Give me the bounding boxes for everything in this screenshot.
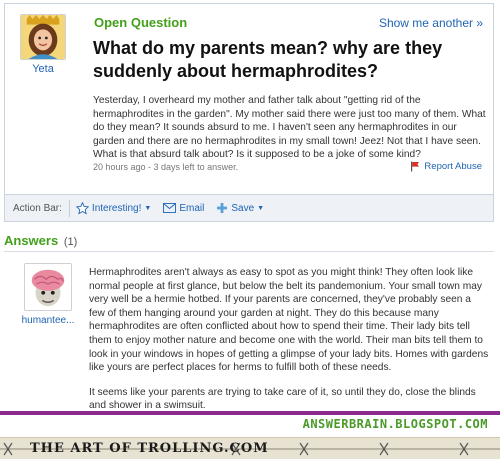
- answers-heading: Answers (1): [4, 233, 77, 248]
- envelope-icon: [163, 203, 177, 213]
- asker-avatar[interactable]: [20, 14, 66, 60]
- blog-credit: ANSWERBRAIN.BLOGSPOT.COM: [302, 417, 488, 431]
- asker-profile[interactable]: Yeta: [15, 14, 71, 75]
- report-abuse-link[interactable]: Report Abuse: [410, 161, 482, 172]
- answers-count: (1): [63, 236, 78, 248]
- answerer-avatar[interactable]: [24, 263, 72, 311]
- show-another-label[interactable]: Show me another »: [379, 16, 483, 30]
- report-abuse-label[interactable]: Report Abuse: [424, 161, 482, 172]
- chevron-down-icon[interactable]: ▼: [144, 205, 151, 212]
- question-meta: 20 hours ago - 3 days left to answer.: [93, 162, 239, 172]
- site-name: THE ART OF TROLLING.COM: [30, 441, 269, 456]
- question-body: Yesterday, I overheard my mother and fat…: [93, 95, 486, 161]
- answer-paragraph: Hermaphrodites aren't always as easy to …: [89, 267, 489, 374]
- asker-name[interactable]: Yeta: [15, 63, 71, 75]
- answers-title: Answers: [4, 233, 59, 248]
- answerer-profile[interactable]: humantee...: [16, 263, 80, 326]
- interesting-label[interactable]: Interesting!: [92, 203, 141, 214]
- flag-icon: [411, 161, 420, 172]
- question-title: What do my parents mean? why are they su…: [93, 38, 443, 81]
- email-button[interactable]: Email: [163, 203, 204, 214]
- answer-paragraph: It seems like your parents are trying to…: [89, 386, 476, 412]
- save-button[interactable]: Save ▼: [216, 202, 264, 214]
- action-bar-divider: [68, 199, 70, 217]
- watermark-divider: [0, 411, 500, 415]
- chevron-down-icon[interactable]: ▼: [257, 205, 264, 212]
- answerer-name[interactable]: humantee...: [16, 315, 80, 326]
- interesting-button[interactable]: Interesting! ▼: [75, 201, 151, 215]
- save-label[interactable]: Save: [231, 203, 254, 214]
- answer-item: humantee... Hermaphrodites aren't always…: [4, 252, 494, 411]
- question-card: Yeta Open Question Show me another » Wha…: [4, 3, 494, 195]
- plus-icon: [217, 203, 228, 213]
- footer-banner: THE ART OF TROLLING.COM: [0, 437, 500, 459]
- action-bar: Action Bar: Interesting! ▼ Email Save ▼: [4, 195, 494, 222]
- star-icon: [75, 201, 89, 215]
- question-type-label: Open Question: [94, 15, 188, 30]
- action-bar-label: Action Bar:: [13, 202, 62, 214]
- answer-body: Hermaphrodites aren't always as easy to …: [89, 266, 489, 413]
- email-label[interactable]: Email: [179, 203, 204, 214]
- show-another-link[interactable]: Show me another »: [379, 16, 483, 30]
